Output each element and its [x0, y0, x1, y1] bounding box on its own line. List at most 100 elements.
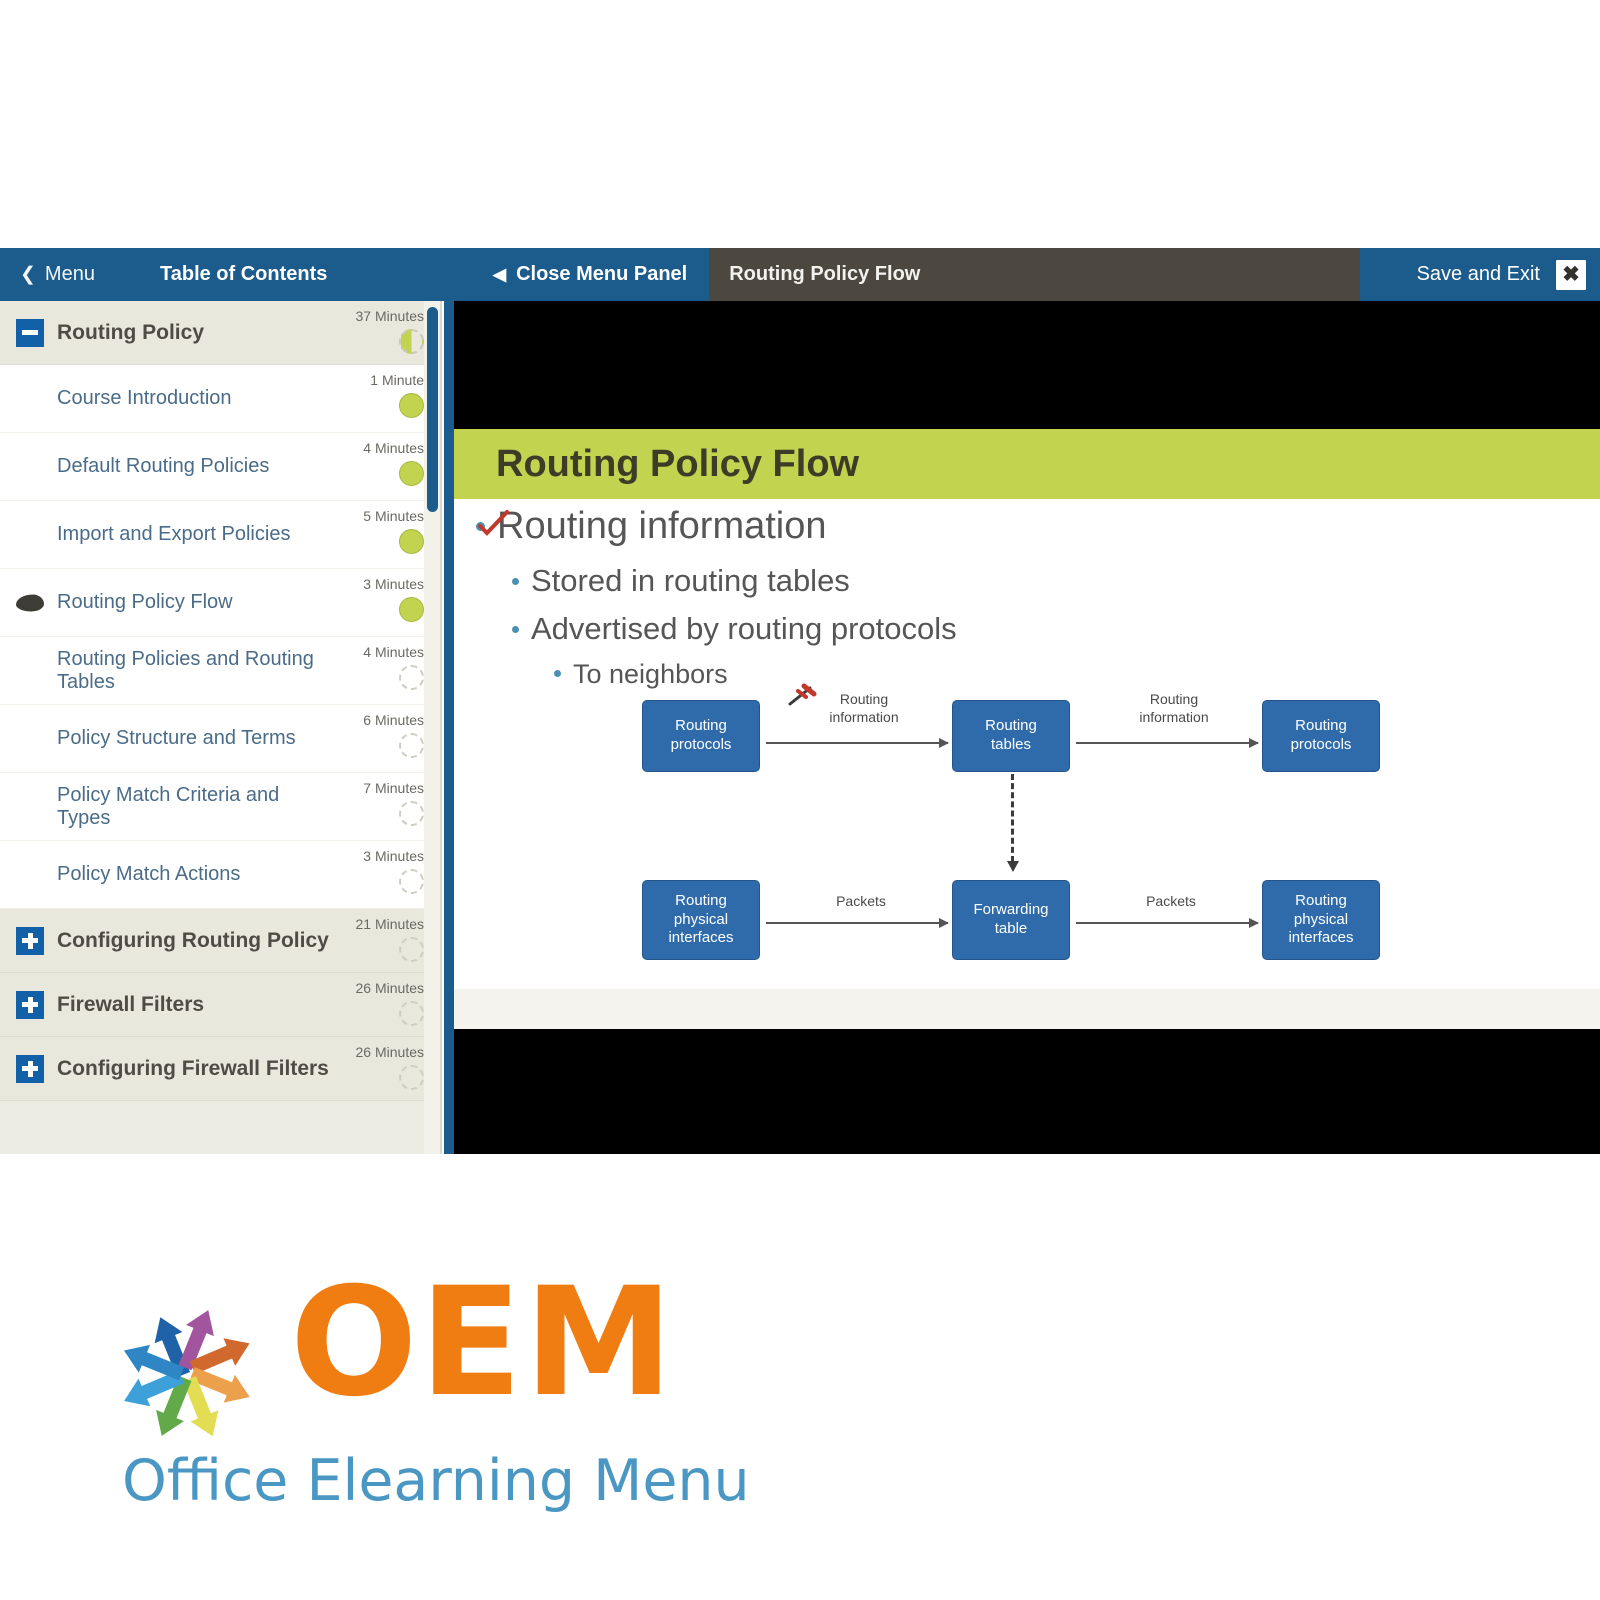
toc-status-indicator: [399, 393, 424, 418]
bullet-level1-text: Routing information: [497, 505, 827, 547]
toc-scrollbar-thumb[interactable]: [427, 307, 438, 512]
toc-group-meta: 26 Minutes: [306, 980, 426, 1026]
plus-icon[interactable]: [16, 990, 44, 1019]
toc-item-meta: 4 Minutes: [306, 440, 426, 486]
toc-duration-label: 6 Minutes: [363, 712, 424, 728]
toc-item-meta: 1 Minute: [306, 372, 426, 418]
diagram-box-text: Routing physical interfaces: [1288, 891, 1354, 947]
toc-duration-label: 4 Minutes: [363, 440, 424, 456]
toc-item-label[interactable]: Policy Structure and Terms: [57, 727, 315, 749]
menu-button[interactable]: ❮ Menu: [0, 248, 120, 301]
slide-footer-band: [454, 989, 1600, 1029]
toc-group-4[interactable]: Configuring Firewall Filters 26 Minutes: [0, 1037, 440, 1101]
slide-canvas: Routing Policy Flow Routing information: [454, 429, 1600, 1029]
toc-item-1[interactable]: Course Introduction 1 Minute: [0, 365, 440, 433]
toc-status-indicator: [399, 529, 424, 554]
arrow-protocols-to-tables: [766, 738, 949, 748]
toc-item-8[interactable]: Policy Match Actions 3 Minutes: [0, 841, 440, 909]
diagram-label-routing-information-2: Routing information: [1139, 691, 1209, 726]
plus-icon[interactable]: [16, 926, 44, 955]
toc-item-7[interactable]: Policy Match Criteria and Types 7 Minutes: [0, 773, 440, 841]
diagram-box-routing-tables: Routing tables: [952, 700, 1070, 772]
toc-item-6[interactable]: Policy Structure and Terms 6 Minutes: [0, 705, 440, 773]
chevron-left-icon: ❮: [20, 264, 36, 285]
diagram-box-routing-physical-interfaces-right: Routing physical interfaces: [1262, 880, 1380, 960]
toc-item-meta: 3 Minutes: [306, 576, 426, 622]
toc-duration-label: 26 Minutes: [355, 1044, 424, 1060]
toc-scrollbar[interactable]: [424, 301, 440, 1154]
slide-letterbox: Routing Policy Flow Routing information: [454, 301, 1600, 1154]
toc-item-meta: 3 Minutes: [306, 848, 426, 894]
toc-item-3[interactable]: Import and Export Policies 5 Minutes: [0, 501, 440, 569]
diagram-label-packets-1: Packets: [836, 893, 886, 909]
toc-group-2[interactable]: Configuring Routing Policy 21 Minutes: [0, 909, 440, 973]
toc-item-meta: 7 Minutes: [306, 780, 426, 826]
slide-stage: Routing Policy Flow Routing information: [444, 301, 1600, 1154]
toc-item-label[interactable]: Policy Match Criteria and Types: [57, 784, 315, 829]
close-menu-panel-button[interactable]: ◀ Close Menu Panel: [475, 248, 709, 301]
bullet-dot-icon: [554, 670, 561, 677]
table-of-contents-label: Table of Contents: [160, 263, 328, 285]
diagram-box-routing-physical-interfaces-left: Routing physical interfaces: [642, 880, 760, 960]
toc-item-meta: 4 Minutes: [306, 644, 426, 690]
close-menu-panel-label: Close Menu Panel: [516, 263, 688, 285]
toc-item-meta: 5 Minutes: [306, 508, 426, 554]
toc-item-label[interactable]: Routing Policy Flow: [57, 591, 315, 613]
toc-group-label: Routing Policy: [57, 320, 204, 344]
toc-item-label[interactable]: Course Introduction: [57, 387, 315, 409]
toc-item-label[interactable]: Default Routing Policies: [57, 455, 315, 477]
red-check-annotation-icon: [478, 510, 509, 536]
toc-duration-label: 37 Minutes: [355, 308, 424, 324]
close-icon[interactable]: ✖: [1556, 259, 1586, 290]
toc-item-label[interactable]: Import and Export Policies: [57, 523, 315, 545]
toc-duration-label: 5 Minutes: [363, 508, 424, 524]
bullet-dot-icon: [512, 578, 519, 585]
toc-duration-label: 21 Minutes: [355, 916, 424, 932]
current-slide-marker-icon: [16, 594, 44, 611]
table-of-contents-title: Table of Contents: [120, 248, 475, 301]
bullet-level2a-text: Stored in routing tables: [531, 563, 850, 598]
diagram-box-text: Routing protocols: [670, 717, 732, 753]
toc-group-label: Firewall Filters: [57, 992, 205, 1016]
toc-group-label: Configuring Routing Policy: [57, 928, 329, 952]
oem-logo: OEM Office Elearning Menu: [0, 1250, 760, 1550]
toc-group-meta: 26 Minutes: [306, 1044, 426, 1090]
circular-arrows-icon: [123, 1310, 250, 1437]
toc-duration-label: 7 Minutes: [363, 780, 424, 796]
toc-item-5[interactable]: Routing Policies and Routing Tables 4 Min…: [0, 637, 440, 705]
toggle-bar-horizontal: [22, 330, 38, 335]
toc-duration-label: 26 Minutes: [355, 980, 424, 996]
bullet-level2b-text: Advertised by routing protocols: [531, 611, 957, 646]
toc-status-indicator: [399, 733, 424, 758]
toc-status-indicator: [399, 801, 424, 826]
diagram-box-text: Forwarding table: [973, 901, 1049, 937]
diagram-box-text: Routing protocols: [1290, 717, 1352, 753]
toc-status-indicator: [399, 1065, 424, 1090]
oem-wordmark: OEM: [290, 1256, 676, 1430]
toc-duration-label: 4 Minutes: [363, 644, 424, 660]
toc-item-label[interactable]: Routing Policies and Routing Tables: [57, 648, 315, 693]
save-and-exit-label: Save and Exit: [1416, 263, 1540, 285]
bullet-level2-b: Advertised by routing protocols: [512, 611, 957, 647]
plus-icon[interactable]: [16, 1054, 44, 1083]
toc-status-indicator: [399, 869, 424, 894]
slide-content: Routing information Stored in routing ta…: [454, 499, 1600, 1029]
toggle-bar-vertical: [27, 932, 33, 949]
toc-group-3[interactable]: Firewall Filters 26 Minutes: [0, 973, 440, 1037]
oem-tagline: Office Elearning Menu: [122, 1448, 750, 1514]
toc-item-2[interactable]: Default Routing Policies 4 Minutes: [0, 433, 440, 501]
current-slide-title-bar: Routing Policy Flow: [709, 248, 1360, 301]
toc-item-4[interactable]: Routing Policy Flow 3 Minutes: [0, 569, 440, 637]
table-of-contents-panel[interactable]: Routing Policy 37 Minutes Course Introduct…: [0, 301, 442, 1154]
toc-duration-label: 3 Minutes: [363, 576, 424, 592]
toggle-bar-vertical: [27, 996, 33, 1013]
toc-group-1[interactable]: Routing Policy 37 Minutes: [0, 301, 440, 365]
toc-duration-label: 1 Minute: [370, 372, 424, 388]
save-and-exit-button[interactable]: Save and Exit ✖: [1360, 248, 1600, 301]
toc-status-indicator: [399, 461, 424, 486]
toc-group-meta: 21 Minutes: [306, 916, 426, 962]
elearning-player: ❮ Menu Table of Contents ◀ Close Menu Pa…: [0, 248, 1600, 1154]
toc-status-indicator: [399, 665, 424, 690]
toc-item-label[interactable]: Policy Match Actions: [57, 863, 315, 885]
minus-icon[interactable]: [16, 318, 44, 347]
